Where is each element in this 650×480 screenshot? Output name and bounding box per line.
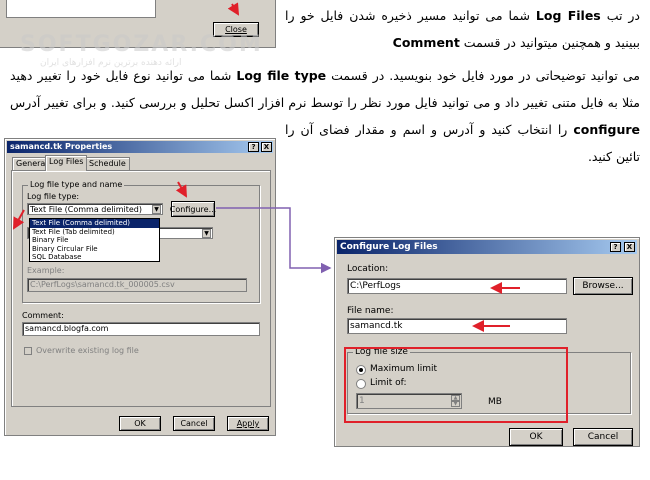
comment-value: samancd.blogfa.com [25,324,109,333]
log-files-panel: Log file type and name Log file type: Te… [11,170,271,407]
overwrite-checkbox[interactable] [24,347,32,355]
watermark: SOFTGOZAR.COM [20,32,263,57]
help-button[interactable]: ? [610,242,621,252]
ok-label: OK [134,419,146,428]
ok-label: OK [529,432,543,442]
cancel-label: Cancel [180,419,208,428]
filename-label: File name: [347,306,394,316]
filename-field[interactable]: samancd.tk [347,318,567,334]
comment-field[interactable]: samancd.blogfa.com [22,322,260,336]
browse-button[interactable]: Browse... [573,277,633,295]
article-keyword: Comment [392,35,460,50]
dropdown-option[interactable]: Binary Circular File [30,245,159,254]
cancel-button[interactable]: Cancel [573,428,633,446]
chevron-down-icon[interactable]: ▼ [152,205,161,214]
overwrite-label: Overwrite existing log file [36,346,139,355]
dropdown-option[interactable]: Text File (Comma delimited) [30,219,159,228]
location-label: Location: [347,264,389,274]
configure-label: Configure... [169,204,217,214]
ok-button[interactable]: OK [509,428,563,446]
article-paragraph: در تب Log Files شما می توانید مسیر ذخیره… [285,2,640,64]
dialog-title: samancd.tk Properties [10,142,113,151]
highlight-box [344,347,568,423]
group-label: Log file type and name [28,180,125,189]
dialog-title: Configure Log Files [340,242,438,252]
log-type-label: Log file type: [27,192,80,201]
comment-label: Comment: [22,311,64,320]
chevron-down-icon[interactable]: ▼ [202,229,211,238]
article-text: می توانید توضیحاتی در مورد فایل خود بنوی… [331,68,640,83]
location-field[interactable]: C:\PerfLogs [347,278,567,294]
apply-label: Apply [236,419,260,428]
help-button[interactable]: ? [248,142,259,152]
article-keyword: configure [573,122,640,137]
article-paragraph-wide: می توانید توضیحاتی در مورد فایل خود بنوی… [10,62,640,124]
properties-dialog: samancd.tk Properties ? X General Log Fi… [4,138,276,436]
article-keyword: Log Files [535,8,601,23]
browse-label: Browse... [582,281,624,291]
filename-value: samancd.tk [350,321,403,331]
article-paragraph-end: configure را انتخاب کنید و آدرس و اسم و … [285,116,640,226]
dropdown-option[interactable]: Text File (Tab delimited) [30,228,159,237]
ok-button[interactable]: OK [119,416,161,431]
configure-titlebar: Configure Log Files ? X [337,240,637,254]
properties-titlebar: samancd.tk Properties ? X [7,141,273,153]
close-icon[interactable]: X [261,142,272,152]
log-type-value: Text File (Comma delimited) [30,205,143,214]
tab-log-files[interactable]: Log Files [45,155,88,171]
log-type-select[interactable]: Text File (Comma delimited) ▼ [27,203,163,215]
article-keyword: Log file type [236,68,327,83]
article-text: در تب [606,8,640,23]
close-icon[interactable]: X [624,242,635,252]
cancel-label: Cancel [587,432,619,442]
cropped-dialog-panel [6,0,156,18]
example-value: C:\PerfLogs\samancd.tk_000005.csv [30,280,175,289]
cancel-button[interactable]: Cancel [173,416,215,431]
dropdown-option[interactable]: Binary File [30,236,159,245]
log-type-dropdown-list[interactable]: Text File (Comma delimited) Text File (T… [29,218,160,262]
dropdown-option[interactable]: SQL Database [30,253,159,262]
apply-button[interactable]: Apply [227,416,269,431]
location-value: C:\PerfLogs [350,281,401,291]
example-field: C:\PerfLogs\samancd.tk_000005.csv [27,278,247,292]
configure-button[interactable]: Configure... [169,201,217,217]
example-label: Example: [27,266,65,275]
tab-schedule[interactable]: Schedule [85,157,130,170]
